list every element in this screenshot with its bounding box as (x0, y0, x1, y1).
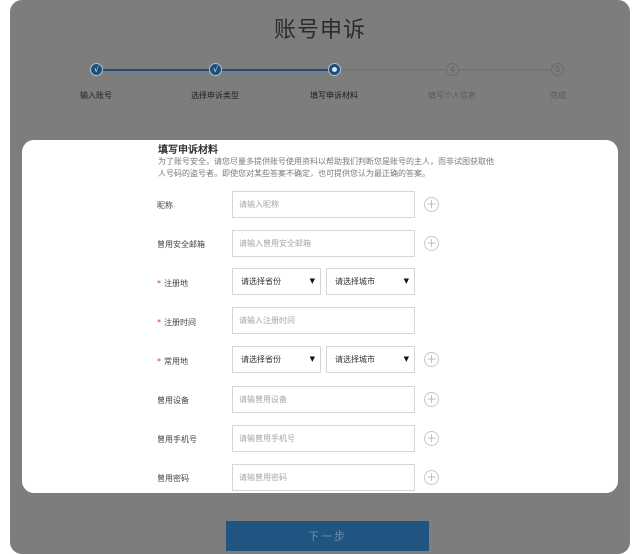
add-nickname-icon[interactable]: + (424, 197, 439, 212)
chevron-down-icon: ▼ (403, 355, 409, 363)
reg-city-value: 请选择城市 (335, 277, 375, 286)
email-input[interactable]: 请输入曾用安全邮箱 (232, 230, 415, 257)
usual-place-label-text: 常用地 (164, 357, 188, 366)
add-device-icon[interactable]: + (424, 392, 439, 407)
chevron-down-icon: ▼ (309, 355, 315, 363)
password-input[interactable]: 请输曾用密码 (232, 464, 415, 491)
step-1-check-icon: √ (90, 63, 103, 76)
step-4-label: 填写个人信息 (428, 91, 476, 100)
usual-province-select[interactable]: 请选择省份 ▼ (232, 346, 321, 373)
add-password-icon[interactable]: + (424, 470, 439, 485)
usual-province-value: 请选择省份 (241, 355, 281, 364)
reg-time-input[interactable]: 请输入注册时间 (232, 307, 415, 334)
reg-place-label: * 注册地 (157, 278, 237, 289)
chevron-down-icon: ▼ (403, 277, 409, 285)
next-step-button[interactable]: 下一步 (226, 521, 429, 551)
required-mark: * (157, 357, 161, 366)
form-description: 为了账号安全，请您尽量多提供账号使用资料以帮助我们判断您是账号的主人，而非试图获… (158, 157, 494, 178)
reg-province-value: 请选择省份 (241, 277, 281, 286)
required-mark: * (157, 318, 161, 327)
usual-city-select[interactable]: 请选择城市 ▼ (326, 346, 415, 373)
phone-label: 曾用手机号 (157, 435, 197, 444)
nickname-input[interactable]: 请输入昵称 (232, 191, 415, 218)
usual-place-label: * 常用地 (157, 356, 237, 367)
step-3-current-dot (328, 63, 341, 76)
reg-time-label-text: 注册时间 (164, 318, 196, 327)
chevron-down-icon: ▼ (309, 277, 315, 285)
reg-place-label-text: 注册地 (164, 279, 188, 288)
appeal-form-modal: 填写申诉材料 为了账号安全，请您尽量多提供账号使用资料以帮助我们判断您是账号的主… (22, 140, 618, 493)
device-label: 曾用设备 (157, 396, 189, 405)
step-2-label: 选择申诉类型 (191, 91, 239, 100)
page-title: 账号申诉 (273, 18, 366, 43)
reg-time-label: * 注册时间 (157, 317, 237, 328)
email-label: 曾用安全邮箱 (157, 240, 205, 249)
nickname-label: 昵称 (157, 201, 173, 210)
step-5-number: 5 (551, 63, 564, 76)
step-5-label: 完成 (550, 91, 566, 100)
form-heading: 填写申诉材料 (158, 145, 218, 156)
step-3-label: 填写申诉材料 (310, 91, 358, 100)
add-email-icon[interactable]: + (424, 236, 439, 251)
usual-city-value: 请选择城市 (335, 355, 375, 364)
device-input[interactable]: 请输曾用设备 (232, 386, 415, 413)
add-usual-place-icon[interactable]: + (424, 352, 439, 367)
phone-input[interactable]: 请输曾用手机号 (232, 425, 415, 452)
reg-city-select[interactable]: 请选择城市 ▼ (326, 268, 415, 295)
step-4-number: 4 (446, 63, 459, 76)
reg-province-select[interactable]: 请选择省份 ▼ (232, 268, 321, 295)
required-mark: * (157, 279, 161, 288)
step-1-label: 输入账号 (80, 91, 112, 100)
password-label: 曾用密码 (157, 474, 189, 483)
add-phone-icon[interactable]: + (424, 431, 439, 446)
step-2-check-icon: √ (209, 63, 222, 76)
